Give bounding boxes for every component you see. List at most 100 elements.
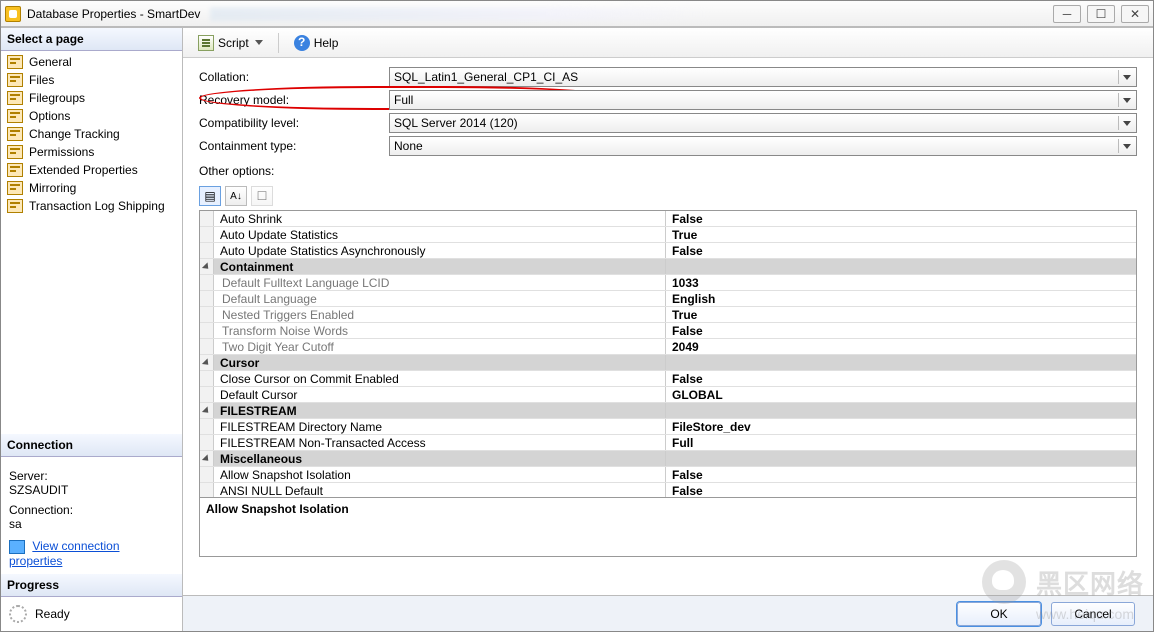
chevron-down-icon: [255, 40, 263, 45]
sort-az-icon: A↓: [230, 191, 242, 202]
grid-category[interactable]: Containment: [200, 259, 1136, 275]
grid-row[interactable]: Auto Update StatisticsTrue: [200, 227, 1136, 243]
expand-cell: [200, 323, 214, 338]
sidebar-item-label: Filegroups: [29, 91, 85, 105]
sidebar-item-permissions[interactable]: Permissions: [1, 143, 182, 161]
page-icon: [7, 73, 23, 87]
grid-row[interactable]: Nested Triggers EnabledTrue: [200, 307, 1136, 323]
sidebar-item-label: Extended Properties: [29, 163, 138, 177]
grid-name-cell: Containment: [214, 259, 666, 274]
grid-row[interactable]: Two Digit Year Cutoff2049: [200, 339, 1136, 355]
chevron-down-icon: [1118, 93, 1134, 107]
page-icon: [7, 199, 23, 213]
categorized-view-button[interactable]: ▤: [199, 186, 221, 206]
sidebar-item-options[interactable]: Options: [1, 107, 182, 125]
expand-cell: [200, 371, 214, 386]
grid-row[interactable]: Transform Noise WordsFalse: [200, 323, 1136, 339]
expander-icon[interactable]: [202, 262, 211, 271]
containment-label: Containment type:: [199, 139, 389, 153]
grid-row[interactable]: Auto ShrinkFalse: [200, 211, 1136, 227]
sidebar-item-change-tracking[interactable]: Change Tracking: [1, 125, 182, 143]
grid-row[interactable]: FILESTREAM Non-Transacted AccessFull: [200, 435, 1136, 451]
sidebar-item-extended-properties[interactable]: Extended Properties: [1, 161, 182, 179]
grid-value-cell: [666, 403, 1136, 418]
grid-value-cell[interactable]: False: [666, 243, 1136, 258]
property-grid[interactable]: Auto ShrinkFalseAuto Update StatisticsTr…: [200, 211, 1136, 497]
expand-cell: [200, 275, 214, 290]
sidebar-item-label: Files: [29, 73, 54, 87]
grid-name-cell: Nested Triggers Enabled: [214, 307, 666, 322]
expander-icon[interactable]: [202, 406, 211, 415]
containment-combo[interactable]: None: [389, 136, 1137, 156]
grid-category[interactable]: Miscellaneous: [200, 451, 1136, 467]
grid-value-cell[interactable]: English: [666, 291, 1136, 306]
grid-row[interactable]: Default LanguageEnglish: [200, 291, 1136, 307]
grid-value-cell[interactable]: Full: [666, 435, 1136, 450]
grid-row[interactable]: Default CursorGLOBAL: [200, 387, 1136, 403]
sidebar-item-label: Transaction Log Shipping: [29, 199, 165, 213]
grid-value-cell[interactable]: GLOBAL: [666, 387, 1136, 402]
ok-button[interactable]: OK: [957, 602, 1041, 626]
grid-name-cell: FILESTREAM: [214, 403, 666, 418]
grid-row[interactable]: Close Cursor on Commit EnabledFalse: [200, 371, 1136, 387]
grid-value-cell[interactable]: 1033: [666, 275, 1136, 290]
maximize-button[interactable]: ☐: [1087, 5, 1115, 23]
sidebar-item-mirroring[interactable]: Mirroring: [1, 179, 182, 197]
grid-row[interactable]: FILESTREAM Directory NameFileStore_dev: [200, 419, 1136, 435]
grid-row[interactable]: Allow Snapshot IsolationFalse: [200, 467, 1136, 483]
sidebar-item-files[interactable]: Files: [1, 71, 182, 89]
expander-icon[interactable]: [202, 358, 211, 367]
collation-combo[interactable]: SQL_Latin1_General_CP1_CI_AS: [389, 67, 1137, 87]
grid-value-cell[interactable]: False: [666, 323, 1136, 338]
grid-value-cell[interactable]: False: [666, 371, 1136, 386]
close-button[interactable]: ✕: [1121, 5, 1149, 23]
property-pages-button[interactable]: ☐: [251, 186, 273, 206]
recovery-value: Full: [394, 93, 413, 107]
page-icon: [7, 91, 23, 105]
script-button[interactable]: Script: [191, 32, 270, 54]
recovery-combo[interactable]: Full: [389, 90, 1137, 110]
expand-cell: [200, 403, 214, 418]
view-connection-link[interactable]: View connection properties: [9, 539, 120, 568]
sidebar-item-filegroups[interactable]: Filegroups: [1, 89, 182, 107]
expander-icon[interactable]: [202, 454, 211, 463]
help-button[interactable]: ? Help: [287, 32, 346, 54]
grid-category[interactable]: Cursor: [200, 355, 1136, 371]
grid-value-cell[interactable]: False: [666, 211, 1136, 226]
page-icon: [7, 55, 23, 69]
select-page-header: Select a page: [1, 28, 182, 51]
sidebar-item-general[interactable]: General: [1, 53, 182, 71]
page-icon: [7, 109, 23, 123]
description-panel: Allow Snapshot Isolation: [199, 497, 1137, 557]
server-value: SZSAUDIT: [9, 483, 174, 497]
grid-value-cell[interactable]: True: [666, 307, 1136, 322]
grid-name-cell: Allow Snapshot Isolation: [214, 467, 666, 482]
grid-name-cell: FILESTREAM Directory Name: [214, 419, 666, 434]
grid-row[interactable]: Default Fulltext Language LCID1033: [200, 275, 1136, 291]
titlebar[interactable]: Database Properties - SmartDev ─ ☐ ✕: [1, 1, 1153, 27]
grid-name-cell: Auto Update Statistics Asynchronously: [214, 243, 666, 258]
grid-value-cell[interactable]: False: [666, 467, 1136, 482]
expand-cell: [200, 387, 214, 402]
compat-combo[interactable]: SQL Server 2014 (120): [389, 113, 1137, 133]
grid-name-cell: FILESTREAM Non-Transacted Access: [214, 435, 666, 450]
grid-category[interactable]: FILESTREAM: [200, 403, 1136, 419]
minimize-button[interactable]: ─: [1053, 5, 1081, 23]
grid-value-cell[interactable]: 2049: [666, 339, 1136, 354]
grid-row[interactable]: ANSI NULL DefaultFalse: [200, 483, 1136, 497]
grid-name-cell: ANSI NULL Default: [214, 483, 666, 497]
grid-row[interactable]: Auto Update Statistics AsynchronouslyFal…: [200, 243, 1136, 259]
grid-value-cell[interactable]: FileStore_dev: [666, 419, 1136, 434]
grid-name-cell: Close Cursor on Commit Enabled: [214, 371, 666, 386]
sidebar-item-transaction-log-shipping[interactable]: Transaction Log Shipping: [1, 197, 182, 215]
grid-value-cell[interactable]: True: [666, 227, 1136, 242]
grid-name-cell: Cursor: [214, 355, 666, 370]
grid-value-cell[interactable]: False: [666, 483, 1136, 497]
connection-icon: [9, 540, 25, 554]
toolbar: Script ? Help: [183, 28, 1153, 58]
grid-name-cell: Default Fulltext Language LCID: [214, 275, 666, 290]
grid-value-cell: [666, 355, 1136, 370]
window-title: Database Properties - SmartDev: [27, 7, 200, 21]
alphabetical-view-button[interactable]: A↓: [225, 186, 247, 206]
expand-cell: [200, 259, 214, 274]
